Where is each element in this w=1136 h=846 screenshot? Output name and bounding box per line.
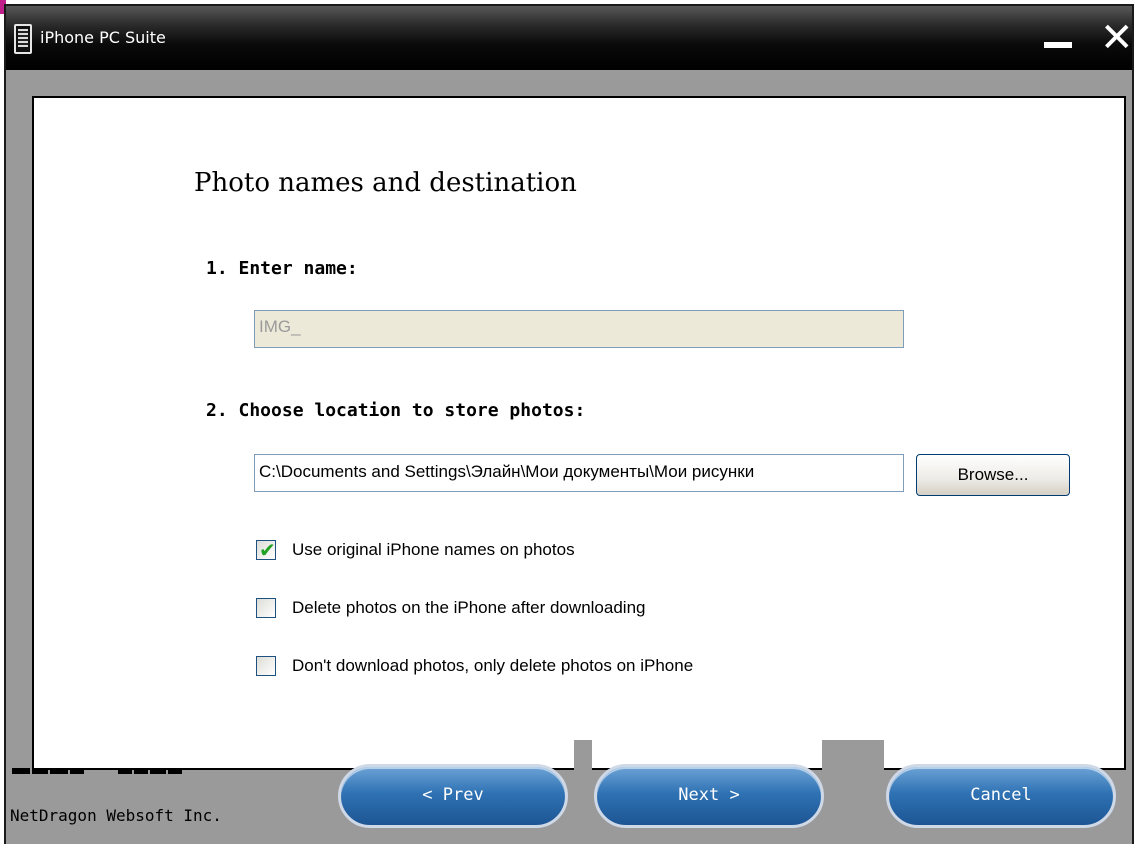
option-label: Don't download photos, only delete photo… — [292, 656, 694, 675]
next-button[interactable]: Next > — [594, 764, 824, 828]
phone-icon — [14, 24, 32, 54]
destination-path-input[interactable]: C:\Documents and Settings\Элайн\Мои доку… — [254, 454, 904, 492]
cancel-button[interactable]: Cancel — [886, 764, 1116, 828]
checkmark-icon: ✔ — [259, 538, 276, 562]
page-title: Photo names and destination — [194, 168, 577, 198]
button-gap — [822, 740, 884, 770]
option-label: Use original iPhone names on photos — [292, 540, 575, 559]
checkbox[interactable] — [256, 656, 276, 676]
option-label: Delete photos on the iPhone after downlo… — [292, 598, 646, 617]
title-bar[interactable]: iPhone PC Suite ✕ — [6, 6, 1134, 70]
logo-text-mark — [12, 768, 242, 782]
checkbox[interactable]: ✔ — [256, 538, 276, 562]
name-prefix-input[interactable]: IMG_ — [254, 310, 904, 348]
button-gap — [574, 740, 592, 770]
app-window: iPhone PC Suite ✕ Photo names and destin… — [0, 0, 1136, 846]
prev-button[interactable]: < Prev — [338, 764, 568, 828]
close-button[interactable]: ✕ — [1100, 18, 1134, 58]
step-2-label: 2. Choose location to store photos: — [206, 400, 586, 421]
minimize-button[interactable] — [1044, 42, 1072, 48]
browse-button[interactable]: Browse... — [916, 454, 1070, 496]
company-name: NetDragon Websoft Inc. — [10, 806, 222, 825]
window-title: iPhone PC Suite — [40, 28, 166, 47]
checkbox[interactable] — [256, 598, 276, 618]
step-1-label: 1. Enter name: — [206, 258, 358, 279]
